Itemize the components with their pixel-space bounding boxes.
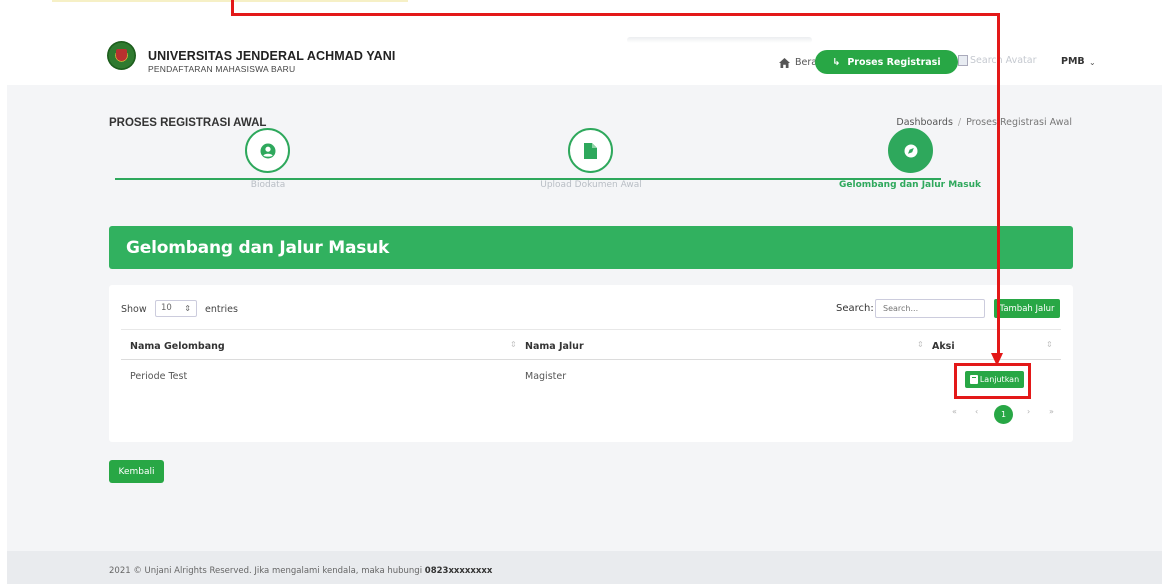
cell-nama-gelombang: Periode Test <box>130 371 188 382</box>
page-title: PROSES REGISTRASI AWAL <box>109 117 267 129</box>
section-title: Gelombang dan Jalur Masuk <box>126 238 390 258</box>
breadcrumb-current: Proses Registrasi Awal <box>966 117 1072 128</box>
pagination-next[interactable]: › <box>1027 407 1030 416</box>
university-logo[interactable] <box>107 41 136 70</box>
step-label-biodata: Biodata <box>250 180 286 190</box>
home-icon[interactable] <box>779 58 790 68</box>
cell-nama-jalur: Magister <box>525 371 567 382</box>
university-name: UNIVERSITAS JENDERAL ACHMAD YANI <box>148 49 396 63</box>
footer: 2021 © Unjani Alrights Reserved. Jika me… <box>7 551 1162 584</box>
step-gelombang[interactable] <box>888 128 933 173</box>
broken-image-icon <box>958 55 968 66</box>
sort-updown-icon: ⇕ <box>184 304 191 313</box>
proses-registrasi-label: Proses Registrasi <box>847 56 941 68</box>
proses-registrasi-button[interactable]: ↳ Proses Registrasi <box>815 50 958 74</box>
pagination-prev[interactable]: ‹ <box>975 407 978 416</box>
footer-copyright: 2021 © Unjani Alrights Reserved. Jika me… <box>109 566 425 576</box>
sort-icon[interactable]: ⇕ <box>510 340 517 349</box>
pagination-first[interactable]: « <box>952 407 957 416</box>
stepper-line <box>115 178 941 180</box>
pagination-last[interactable]: » <box>1049 407 1054 416</box>
table-header-row: Nama Gelombang ⇕ Nama Jalur ⇕ Aksi ⇕ <box>121 329 1061 360</box>
show-label: Show <box>121 304 147 315</box>
page-length-value: 10 <box>161 303 172 313</box>
chevron-down-icon[interactable]: ⌄ <box>1089 58 1096 67</box>
avatar-alt-text: Search Avatar <box>970 55 1037 66</box>
navbar: UNIVERSITAS JENDERAL ACHMAD YANI PENDAFT… <box>7 27 1162 85</box>
user-circle-icon <box>260 143 275 158</box>
search-label: Search: <box>836 303 874 314</box>
footer-text: 2021 © Unjani Alrights Reserved. Jika me… <box>109 566 492 576</box>
column-nama-gelombang[interactable]: Nama Gelombang <box>130 341 225 352</box>
user-name[interactable]: PMB <box>1061 56 1085 67</box>
annotation-line <box>997 13 1000 355</box>
breadcrumb-separator: / <box>957 117 962 128</box>
step-label-upload: Upload Dokumen Awal <box>540 180 642 190</box>
breadcrumb: Dashboards / Proses Registrasi Awal <box>896 117 1072 128</box>
navbar-shadow <box>627 37 812 43</box>
step-upload-dokumen[interactable] <box>568 128 613 173</box>
page-length-select[interactable]: 10 ⇕ <box>155 300 197 317</box>
tambah-jalur-button[interactable]: Tambah Jalur <box>994 299 1060 318</box>
kembali-button[interactable]: Kembali <box>109 460 164 483</box>
entries-label: entries <box>205 304 238 315</box>
search-input[interactable] <box>875 299 985 318</box>
screenshot-root: UNIVERSITAS JENDERAL ACHMAD YANI PENDAFT… <box>0 0 1162 584</box>
sort-icon[interactable]: ⇕ <box>1046 340 1053 349</box>
pagination-page-1[interactable]: 1 <box>994 405 1013 424</box>
footer-phone: 0823xxxxxxxx <box>424 566 493 576</box>
top-strip <box>52 0 408 2</box>
annotation-highlight-box <box>954 363 1031 399</box>
page-container: UNIVERSITAS JENDERAL ACHMAD YANI PENDAFT… <box>7 27 1162 584</box>
table-card: Show 10 ⇕ entries Search: Tambah Jalur N… <box>109 285 1073 442</box>
sort-icon[interactable]: ⇕ <box>917 340 924 349</box>
annotation-line <box>231 13 1000 16</box>
university-subtitle: PENDAFTARAN MAHASISWA BARU <box>148 64 296 74</box>
corner-arrow-icon: ↳ <box>832 56 841 68</box>
compass-icon <box>904 144 917 157</box>
column-aksi[interactable]: Aksi <box>932 341 955 352</box>
breadcrumb-dashboards[interactable]: Dashboards <box>896 117 953 128</box>
column-nama-jalur[interactable]: Nama Jalur <box>525 341 584 352</box>
step-label-gelombang: Gelombang dan Jalur Masuk <box>839 180 981 190</box>
step-biodata[interactable] <box>245 128 290 173</box>
section-banner: Gelombang dan Jalur Masuk <box>109 226 1073 269</box>
file-icon <box>584 142 597 159</box>
